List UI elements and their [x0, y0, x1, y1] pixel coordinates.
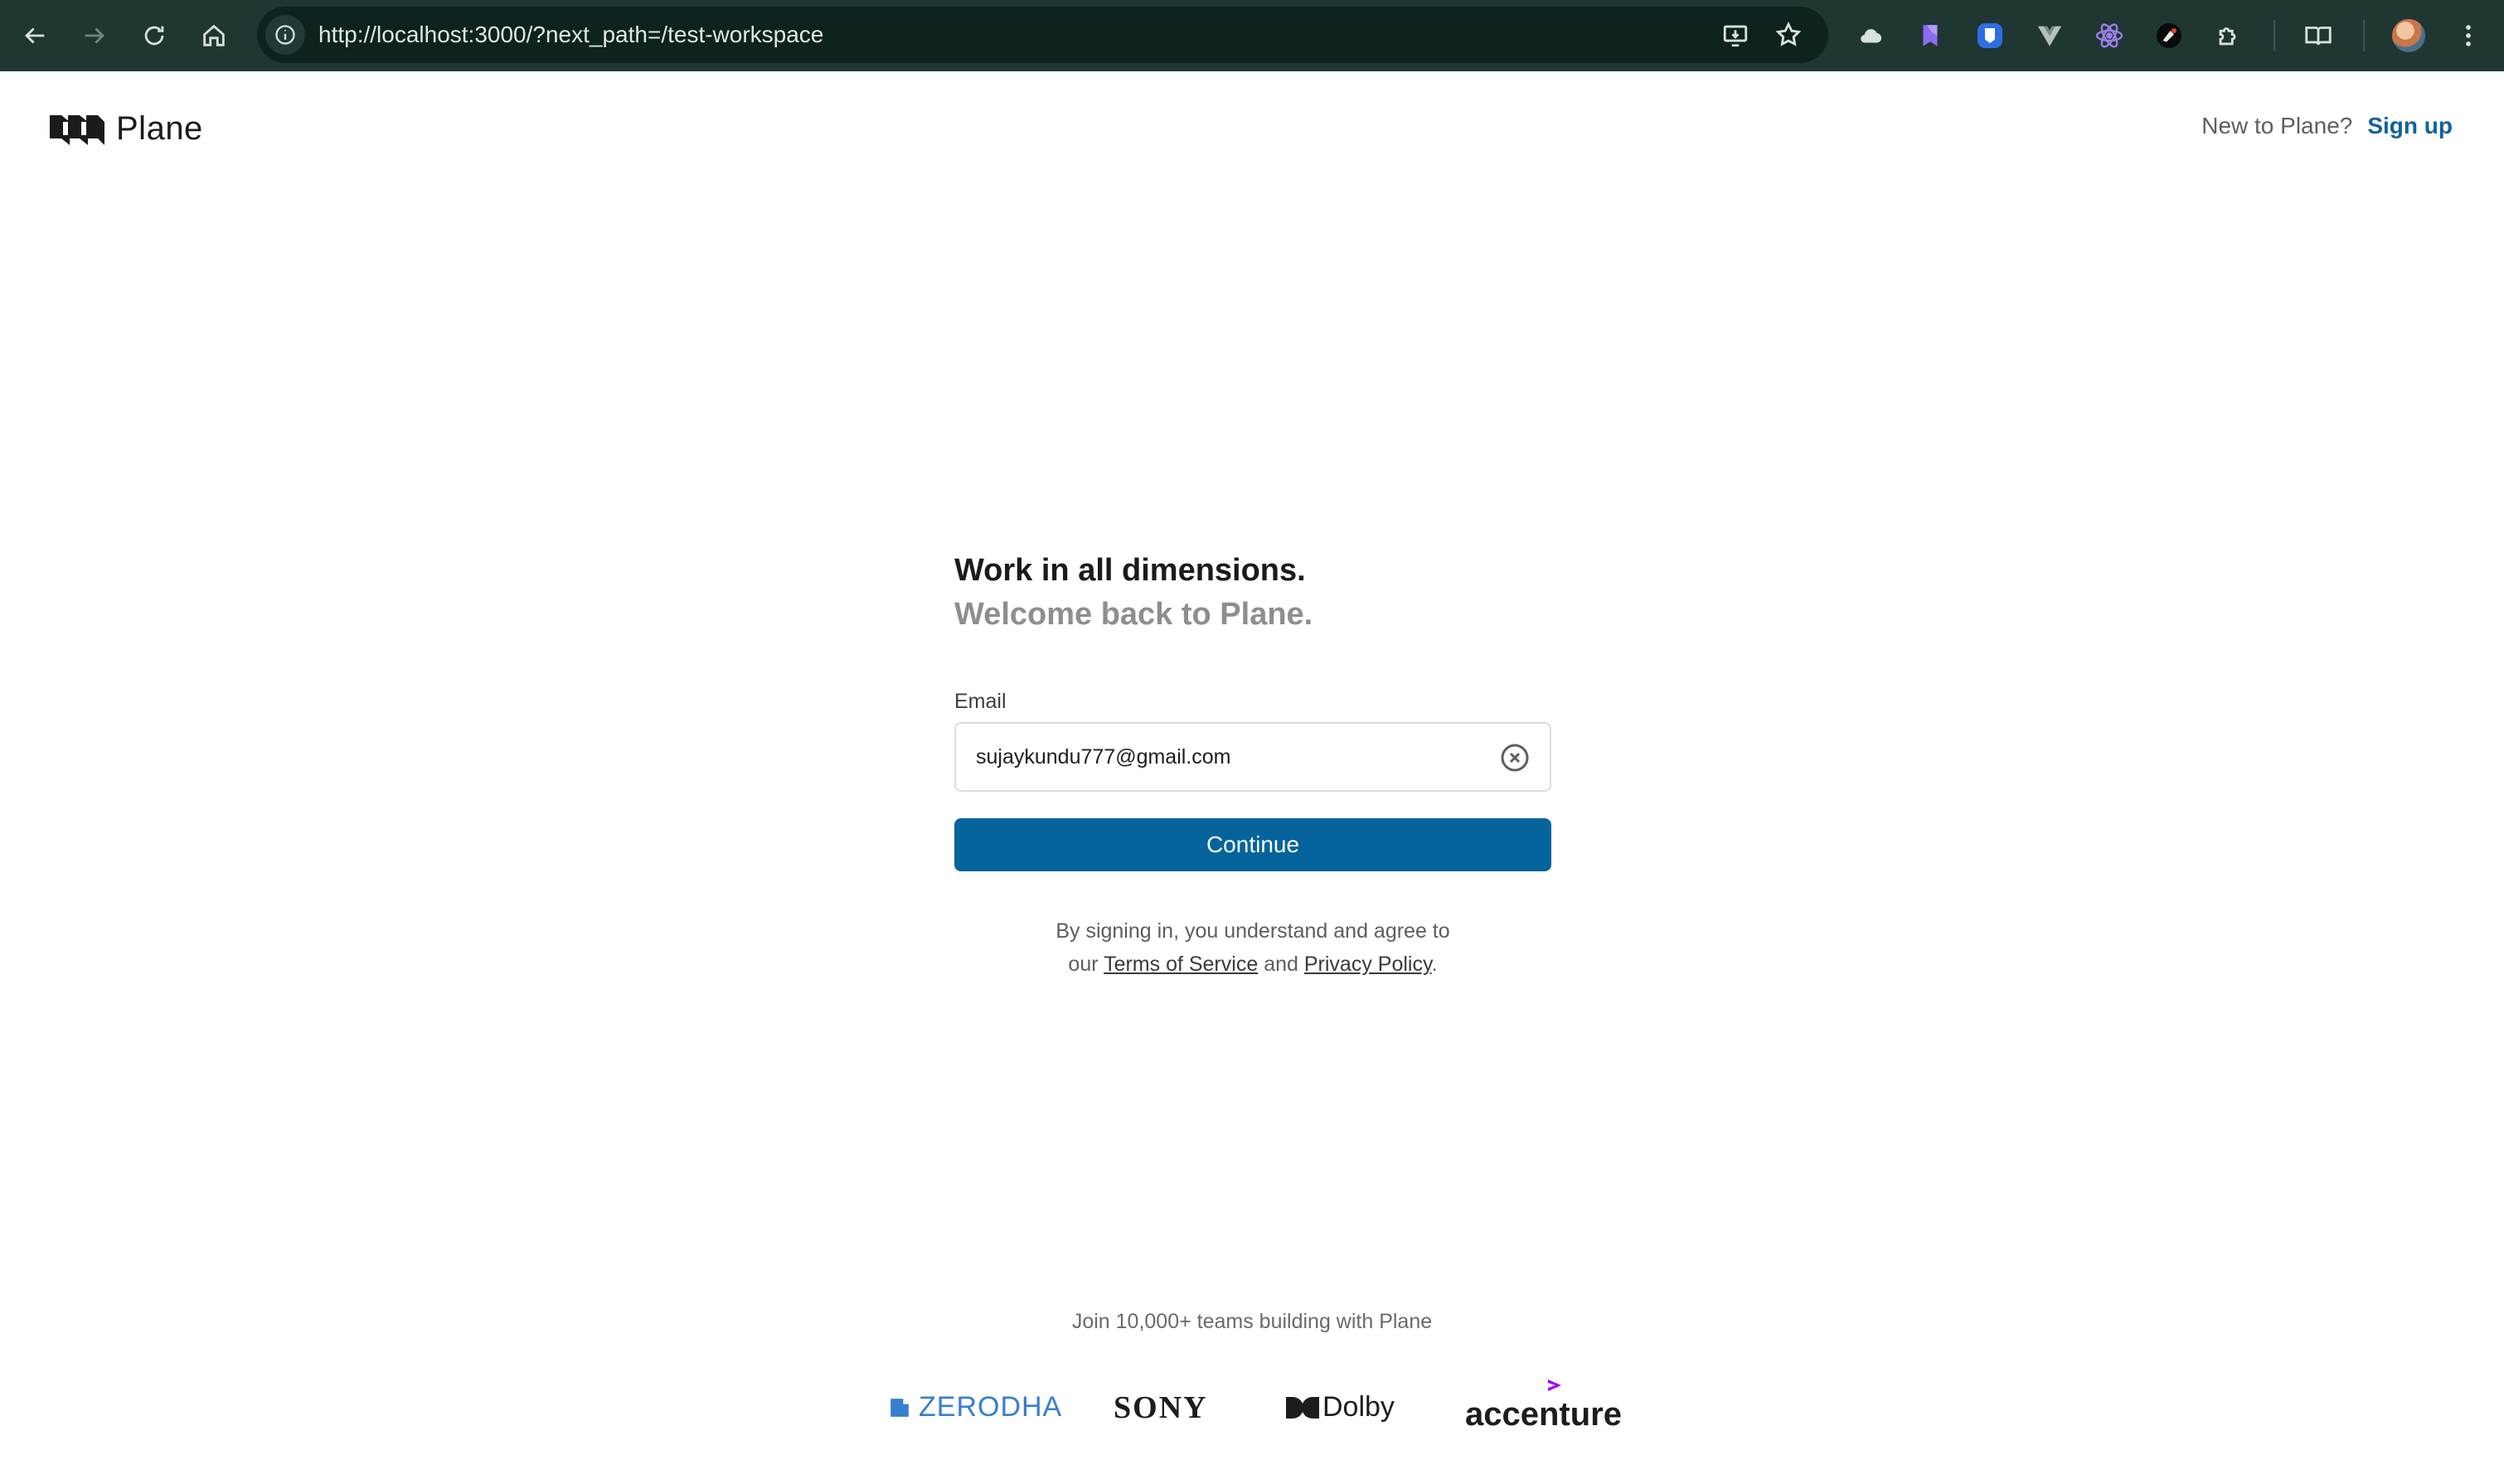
bookmark-star-icon[interactable]	[1772, 18, 1805, 51]
address-bar[interactable]: http://localhost:3000/?next_path=/test-w…	[257, 7, 1828, 63]
page-subheading: Welcome back to Plane.	[954, 597, 1313, 632]
accenture-logo: accenture	[1465, 1380, 1622, 1433]
cloud-extension-icon[interactable]	[1849, 14, 1892, 57]
vue-devtools-icon[interactable]	[2028, 14, 2071, 57]
dolby-double-d-icon	[1286, 1396, 1319, 1419]
privacy-policy-link[interactable]: Privacy Policy	[1304, 953, 1432, 976]
legal-period: .	[1431, 953, 1438, 976]
join-teams-text: Join 10,000+ teams building with Plane	[1071, 1310, 1433, 1333]
extensions-puzzle-icon[interactable]	[2207, 14, 2250, 57]
forward-arrow-icon[interactable]	[73, 14, 116, 57]
zerodha-wordmark: ZERODHA	[919, 1391, 1063, 1423]
signup-link[interactable]: Sign up	[2367, 113, 2453, 139]
zerodha-mark-icon	[890, 1398, 909, 1417]
accenture-chevron-icon	[1548, 1380, 1561, 1391]
bookmark-extension-icon[interactable]	[1909, 14, 1952, 57]
reading-list-icon[interactable]	[2297, 14, 2340, 57]
email-field[interactable]	[976, 724, 1473, 790]
sign-in-form: Work in all dimensions. Welcome back to …	[954, 549, 1551, 981]
dolby-wordmark: Dolby	[1322, 1391, 1395, 1423]
new-to-plane-text: New to Plane?	[2201, 113, 2353, 138]
page-heading: Work in all dimensions.	[954, 553, 1306, 588]
home-icon[interactable]	[192, 14, 235, 57]
legal-notice: By signing in, you understand and agree …	[954, 914, 1551, 981]
zerodha-logo: ZERODHA	[889, 1391, 1062, 1423]
clear-email-icon[interactable]	[1498, 741, 1531, 774]
react-devtools-icon[interactable]	[2088, 14, 2131, 57]
plane-brand[interactable]: Plane	[50, 108, 203, 149]
customer-logos: ZERODHA SONY Dolby accenture	[0, 1380, 2504, 1433]
legal-line-2: our Terms of Service and Privacy Policy.	[954, 948, 1551, 981]
install-app-icon[interactable]	[1719, 18, 1752, 51]
sony-logo: SONY	[1114, 1389, 1208, 1426]
kebab-menu-icon[interactable]	[2447, 14, 2490, 57]
profile-avatar[interactable]	[2387, 14, 2430, 57]
toolbar-divider	[2273, 20, 2275, 51]
email-field-wrapper	[954, 722, 1551, 792]
site-info-icon[interactable]	[265, 15, 305, 55]
plane-logo-icon	[50, 115, 104, 145]
browser-toolbar: http://localhost:3000/?next_path=/test-w…	[0, 0, 2504, 71]
legal-line-1: By signing in, you understand and agree …	[1055, 919, 1450, 943]
terms-of-service-link[interactable]: Terms of Service	[1104, 953, 1258, 976]
back-arrow-icon[interactable]	[13, 14, 56, 57]
url-text: http://localhost:3000/?next_path=/test-w…	[318, 22, 824, 47]
legal-our: our	[1068, 953, 1099, 976]
bitwarden-extension-icon[interactable]	[1968, 14, 2011, 57]
dark-extension-icon[interactable]	[2147, 14, 2191, 57]
accenture-wordmark: accenture	[1465, 1396, 1622, 1433]
continue-button[interactable]: Continue	[954, 818, 1551, 871]
legal-and: and	[1264, 953, 1298, 976]
reload-icon[interactable]	[133, 14, 176, 57]
brand-name: Plane	[116, 109, 203, 147]
email-label: Email	[954, 690, 1007, 713]
sony-wordmark: SONY	[1114, 1390, 1208, 1425]
dolby-logo: Dolby	[1286, 1391, 1395, 1423]
signup-prompt: New to Plane? Sign up	[2201, 113, 2453, 139]
toolbar-divider	[2363, 20, 2365, 51]
